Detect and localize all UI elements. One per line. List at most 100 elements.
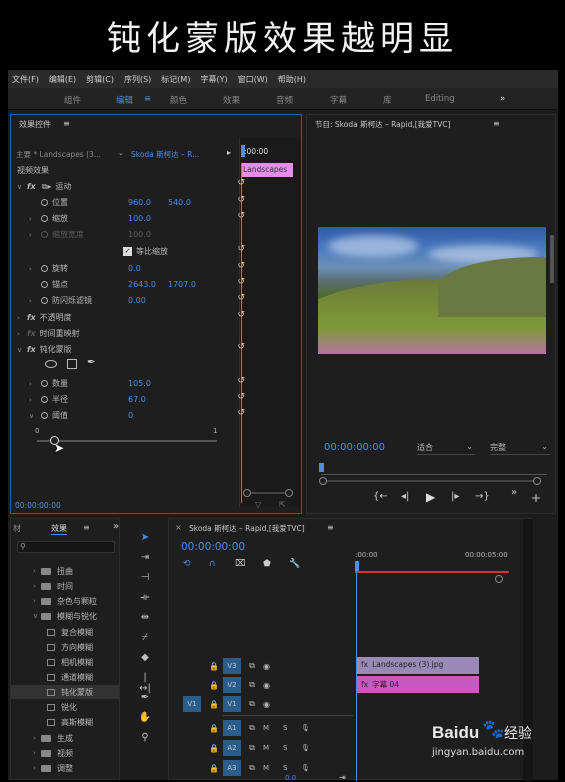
chevron-right-icon[interactable]: › (17, 314, 25, 322)
eye-icon[interactable]: ◉ (263, 681, 270, 690)
effect-motion[interactable]: ∨ fx ⧉▸ 运动 (17, 179, 71, 194)
effect-opacity[interactable]: › fx 不透明度 (17, 310, 72, 325)
mute-button[interactable]: M (263, 744, 283, 752)
step-back-icon[interactable]: ◂| (401, 491, 409, 502)
folder-noise-grain[interactable]: › 杂色与颗粒 (33, 594, 97, 608)
reset-icon[interactable]: ↺ (237, 342, 245, 352)
scale-value[interactable]: 100.0 (128, 214, 151, 223)
effect-channel-blur[interactable]: 通道模糊 (47, 670, 93, 684)
antiflicker-value[interactable]: 0.00 (128, 296, 146, 305)
work-area-bar[interactable] (355, 571, 509, 573)
effects-tab[interactable]: 效果 (51, 523, 67, 535)
effect-sharpen[interactable]: 锐化 (47, 700, 77, 714)
panel-more-icon[interactable]: » (113, 521, 119, 532)
microphone-icon[interactable]: 🎙 (301, 744, 310, 752)
folder-generate[interactable]: › 生成 (33, 731, 73, 745)
sync-lock-icon[interactable]: ⧉ (241, 699, 263, 709)
program-video-frame[interactable] (318, 227, 546, 354)
ripple-edit-tool-icon[interactable]: ⊣ (138, 572, 152, 586)
export-icon[interactable]: ⇱ (279, 500, 286, 509)
timeline-close-icon[interactable]: × (175, 523, 182, 532)
track-v2-toggle[interactable]: V2 (223, 677, 241, 693)
folder-adjust[interactable]: › 调整 (33, 761, 73, 775)
stopwatch-icon[interactable] (41, 396, 48, 403)
effect-directional-blur[interactable]: 方向模糊 (47, 640, 93, 654)
effect-controls-menu-icon[interactable]: ≡ (63, 119, 70, 128)
reset-icon[interactable]: ↺ (237, 244, 245, 254)
chevron-down-icon[interactable]: ∨ (17, 183, 25, 191)
workspace-tab-editing[interactable]: 编辑 (116, 94, 133, 106)
rectangle-mask-icon[interactable] (67, 359, 77, 369)
program-playhead[interactable] (319, 463, 324, 472)
chevron-down-icon[interactable]: ∨ (29, 412, 37, 420)
workspace-tab-audio[interactable]: 音频 (276, 94, 293, 106)
fit-dropdown[interactable]: 适合 ⌄ (417, 442, 475, 455)
radius-value[interactable]: 67.0 (128, 395, 146, 404)
solo-button[interactable]: S (283, 744, 301, 752)
mute-button[interactable]: M (263, 764, 283, 772)
chevron-right-icon[interactable]: › (29, 297, 37, 305)
sync-lock-icon[interactable]: ⧉ (241, 743, 263, 753)
workspace-tab-editing-en[interactable]: Editing (425, 94, 455, 104)
selection-tool-icon[interactable]: ➤ (138, 532, 152, 546)
snap-icon[interactable]: ⟲ (183, 559, 191, 569)
track-a1-toggle[interactable]: A1 (223, 720, 241, 736)
threshold-value[interactable]: 0 (128, 411, 133, 420)
effect-camera-blur[interactable]: 相机模糊 (47, 655, 93, 669)
track-a2-toggle[interactable]: A2 (223, 740, 241, 756)
razor-tool-icon[interactable]: ⌿ (138, 632, 152, 646)
sync-lock-icon[interactable]: ⧉ (241, 763, 263, 773)
menu-window[interactable]: 窗口(W) (238, 74, 268, 85)
timeline-title[interactable]: Skoda 斯柯达 – Rapid,[我爱TVC] (189, 523, 305, 534)
sync-lock-icon[interactable]: ⧉ (241, 723, 263, 733)
stopwatch-icon[interactable] (41, 297, 48, 304)
timeline-timecode[interactable]: 00:00:00:00 (181, 541, 245, 553)
chevron-right-icon[interactable]: › (29, 265, 37, 273)
clip-v2-caption[interactable]: fx 字幕 04 (357, 676, 479, 693)
position-x-value[interactable]: 960.0 (128, 198, 168, 207)
reset-icon[interactable]: ↺ (237, 178, 245, 188)
zoom-handle-right[interactable] (533, 477, 541, 485)
workspace-tab-libraries[interactable]: 库 (383, 94, 392, 106)
track-v1-toggle[interactable]: V1 (223, 696, 241, 712)
clip-label-bar[interactable]: Landscapes (241, 163, 293, 177)
stopwatch-icon[interactable] (41, 215, 48, 222)
wrench-icon[interactable]: 🔧 (289, 559, 300, 569)
reset-icon[interactable]: ↺ (237, 195, 245, 205)
chevron-right-icon[interactable]: › (17, 330, 25, 338)
effect-controls-timecode[interactable]: 00:00:00:00 (15, 501, 61, 510)
track-select-tool-icon[interactable]: ⇥ (138, 552, 152, 566)
zoom-tool-icon[interactable]: ⚲ (138, 732, 152, 746)
program-menu-icon[interactable]: ≡ (493, 119, 500, 128)
menu-sequence[interactable]: 序列(S) (124, 74, 151, 85)
program-timecode[interactable]: 00:00:00:00 (324, 442, 385, 453)
workspace-menu-icon[interactable]: ≡ (144, 94, 151, 104)
hand-tool-icon[interactable]: ✋ (138, 712, 152, 726)
reset-icon[interactable]: ↺ (237, 277, 245, 287)
effect-unsharp-mask[interactable]: ∨ fx 钝化蒙版 (17, 342, 72, 357)
anchor-x-value[interactable]: 2643.0 (128, 280, 168, 289)
sync-lock-icon[interactable]: ⧉ (241, 661, 263, 671)
pen-mask-icon[interactable]: ✒ (87, 357, 95, 368)
project-tab[interactable]: 材 (13, 523, 21, 534)
rate-stretch-tool-icon[interactable]: ⇹ (138, 612, 152, 626)
source-patch-v1[interactable]: V1 (183, 695, 201, 713)
source-clip-selector[interactable]: 主要 * Landscapes (3... (16, 149, 101, 160)
sync-lock-icon[interactable]: ⧉ (241, 680, 263, 690)
reset-icon[interactable]: ↺ (237, 293, 245, 303)
effect-time-remap[interactable]: › fx 时间重映射 (17, 326, 80, 341)
timeline-menu-icon[interactable]: ≡ (327, 523, 334, 532)
chevron-right-icon[interactable]: › (29, 380, 37, 388)
nest-icon[interactable]: ⌧ (235, 559, 245, 569)
zoom-handle-left[interactable] (319, 477, 327, 485)
add-button-icon[interactable]: + (531, 491, 541, 505)
folder-blur-sharpen[interactable]: ∨ 模糊与锐化 (33, 609, 97, 623)
menu-help[interactable]: 帮助(H) (278, 74, 306, 85)
lock-icon[interactable]: 🔒 (209, 662, 223, 671)
reset-icon[interactable]: ↺ (237, 261, 245, 271)
workspace-tab-color[interactable]: 颜色 (170, 94, 187, 106)
stopwatch-icon[interactable] (41, 380, 48, 387)
folder-distort[interactable]: › 扭曲 (33, 564, 73, 578)
slip-tool-icon[interactable]: ◆ (138, 652, 152, 666)
uniform-scale-checkbox[interactable]: ✓ (123, 247, 132, 256)
